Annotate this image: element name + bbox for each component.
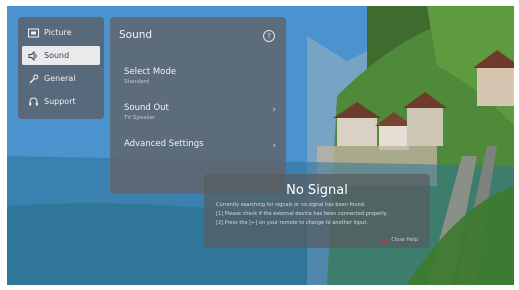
wrench-icon xyxy=(27,72,40,85)
no-signal-message-line: [1] Please check if the external device … xyxy=(216,211,388,217)
no-signal-message-line: [2] Press the [←] on your remote to chan… xyxy=(216,220,368,226)
sidebar-item-picture[interactable]: Picture xyxy=(22,23,100,42)
sidebar-item-label: Support xyxy=(44,97,76,106)
speaker-icon xyxy=(27,49,40,62)
sidebar-item-label: General xyxy=(44,74,76,83)
menu-row-select-mode[interactable]: Select Mode Standard xyxy=(124,67,276,85)
settings-sidebar: Picture Sound General Support xyxy=(18,17,104,119)
help-icon[interactable]: ? xyxy=(263,30,275,42)
close-help-button[interactable]: Close Help xyxy=(382,237,418,243)
headset-icon xyxy=(27,95,40,108)
sidebar-item-label: Picture xyxy=(44,28,72,37)
menu-row-value: Standard xyxy=(124,79,150,85)
no-signal-title: No Signal xyxy=(286,183,348,198)
sound-settings-panel: Sound ? Select Mode Standard Sound Out T… xyxy=(110,17,286,194)
chevron-right-icon: › xyxy=(272,141,276,151)
no-signal-dialog: No Signal Currently searching for signal… xyxy=(204,174,430,248)
sidebar-item-label: Sound xyxy=(44,51,70,60)
menu-row-advanced-settings[interactable]: Advanced Settings › xyxy=(124,139,276,151)
picture-icon xyxy=(27,26,40,39)
menu-row-label: Advanced Settings xyxy=(124,139,204,149)
sidebar-item-support[interactable]: Support xyxy=(22,92,100,111)
red-button-icon xyxy=(382,238,389,242)
panel-title: Sound xyxy=(119,29,153,41)
menu-row-label: Select Mode xyxy=(124,67,177,77)
tv-screen: Picture Sound General Support Sound ? Se… xyxy=(7,6,514,285)
menu-row-sound-out[interactable]: Sound Out TV Speaker › xyxy=(124,103,276,121)
sidebar-item-sound[interactable]: Sound xyxy=(22,46,100,65)
no-signal-message-line: Currently searching for signals or no si… xyxy=(216,202,366,208)
menu-row-value: TV Speaker xyxy=(124,115,156,121)
chevron-right-icon: › xyxy=(272,105,276,115)
close-help-label: Close Help xyxy=(391,237,418,243)
sidebar-item-general[interactable]: General xyxy=(22,69,100,88)
menu-row-label: Sound Out xyxy=(124,103,169,113)
